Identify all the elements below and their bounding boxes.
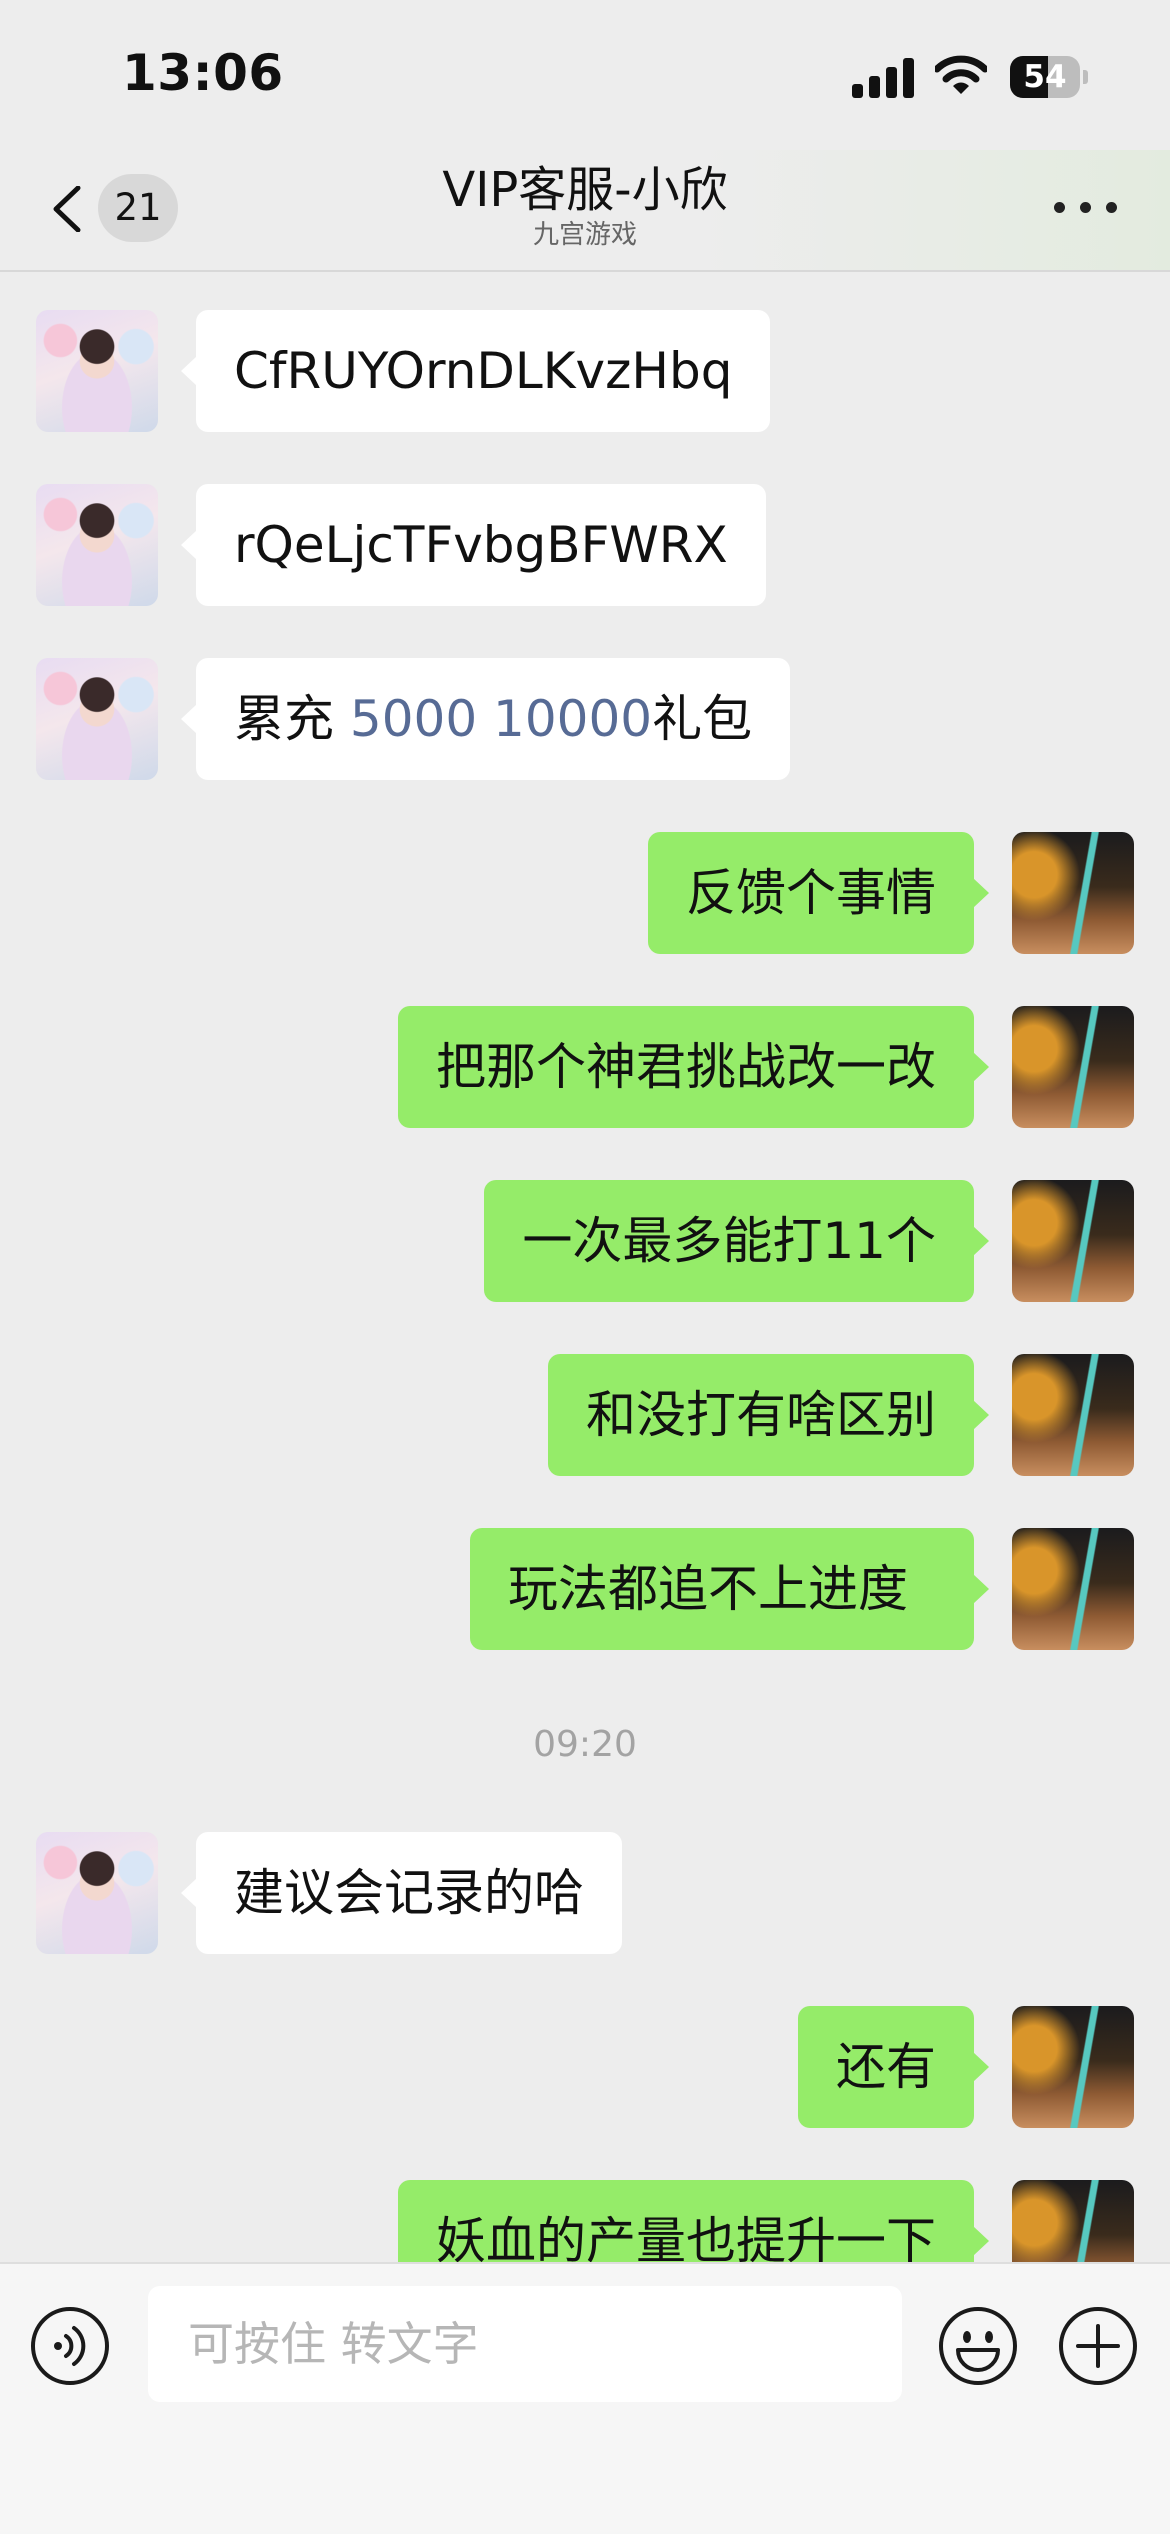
status-time: 13:06	[122, 44, 284, 102]
agent-avatar[interactable]	[36, 484, 158, 606]
user-avatar[interactable]	[1012, 2180, 1134, 2262]
user-avatar[interactable]	[1012, 2006, 1134, 2128]
unread-count-badge: 21	[98, 174, 178, 242]
message-highlight-link[interactable]: 5000 10000	[350, 690, 652, 748]
user-avatar[interactable]	[1012, 1354, 1134, 1476]
back-button[interactable]: 21	[40, 172, 190, 244]
wifi-icon	[935, 55, 987, 94]
agent-avatar[interactable]	[36, 658, 158, 780]
cellular-signal-icon	[852, 54, 914, 98]
plus-icon[interactable]	[1058, 2306, 1138, 2386]
more-button[interactable]	[1052, 192, 1120, 224]
agent-avatar[interactable]	[36, 310, 158, 432]
message-row: 和没打有啥区别	[0, 1354, 1170, 1478]
emoji-icon[interactable]	[938, 2306, 1018, 2386]
more-dots-icon	[1054, 202, 1065, 213]
message-bubble[interactable]: 妖血的产量也提升一下	[398, 2180, 989, 2262]
message-bubble[interactable]: rQeLjcTFvbgBFWRX	[181, 484, 766, 606]
input-placeholder: 可按住 转文字	[188, 2317, 479, 2371]
message-bubble[interactable]: 反馈个事情	[648, 832, 989, 954]
message-bubble[interactable]: 和没打有啥区别	[548, 1354, 989, 1476]
message-bubble[interactable]: CfRUYOrnDLKvzHbq	[180, 310, 771, 432]
message-input[interactable]: 可按住 转文字	[148, 2286, 902, 2402]
message-row: 反馈个事情	[0, 832, 1170, 956]
message-text-prefix: 累充	[234, 690, 350, 748]
message-bubble[interactable]: 还有	[798, 2006, 989, 2128]
message-bubble[interactable]: 累充 5000 10000礼包	[180, 658, 791, 780]
chat-title: VIP客服-小欣	[442, 162, 728, 218]
message-row: 累充 5000 10000礼包	[0, 658, 1170, 782]
input-bar: 可按住 转文字	[0, 2262, 1170, 2534]
message-bubble[interactable]: 把那个神君挑战改一改	[398, 1006, 989, 1128]
battery-icon: 54	[1010, 56, 1088, 98]
agent-avatar[interactable]	[36, 1832, 158, 1954]
chat-subtitle: 九宫游戏	[532, 220, 637, 250]
voice-icon[interactable]	[30, 2306, 110, 2386]
message-row: rQeLjcTFvbgBFWRX	[0, 484, 1170, 608]
status-bar: 13:06 54	[0, 0, 1170, 150]
user-avatar[interactable]	[1012, 832, 1134, 954]
message-bubble[interactable]: 玩法都追不上进度	[470, 1528, 989, 1650]
user-avatar[interactable]	[1012, 1006, 1134, 1128]
chat-area[interactable]: CfRUYOrnDLKvzHbq rQeLjcTFvbgBFWRX 累充 500…	[0, 272, 1170, 2262]
chevron-left-icon	[53, 186, 81, 232]
message-row: 一次最多能打11个	[0, 1180, 1170, 1304]
message-row: 妖血的产量也提升一下	[0, 2180, 1170, 2262]
message-bubble[interactable]: 建议会记录的哈	[181, 1832, 622, 1954]
message-text-suffix: 礼包	[652, 690, 753, 748]
chat-timestamp: 09:20	[533, 1724, 637, 1765]
nav-bar: 21 VIP客服-小欣 九宫游戏	[0, 150, 1170, 272]
user-avatar[interactable]	[1012, 1528, 1134, 1650]
message-row: CfRUYOrnDLKvzHbq	[0, 310, 1170, 434]
message-bubble[interactable]: 一次最多能打11个	[484, 1180, 989, 1302]
user-avatar[interactable]	[1012, 1180, 1134, 1302]
message-row: 把那个神君挑战改一改	[0, 1006, 1170, 1130]
battery-level: 54	[1023, 59, 1067, 95]
message-row: 还有	[0, 2006, 1170, 2130]
message-row: 玩法都追不上进度	[0, 1528, 1170, 1652]
message-row: 建议会记录的哈	[0, 1832, 1170, 1956]
